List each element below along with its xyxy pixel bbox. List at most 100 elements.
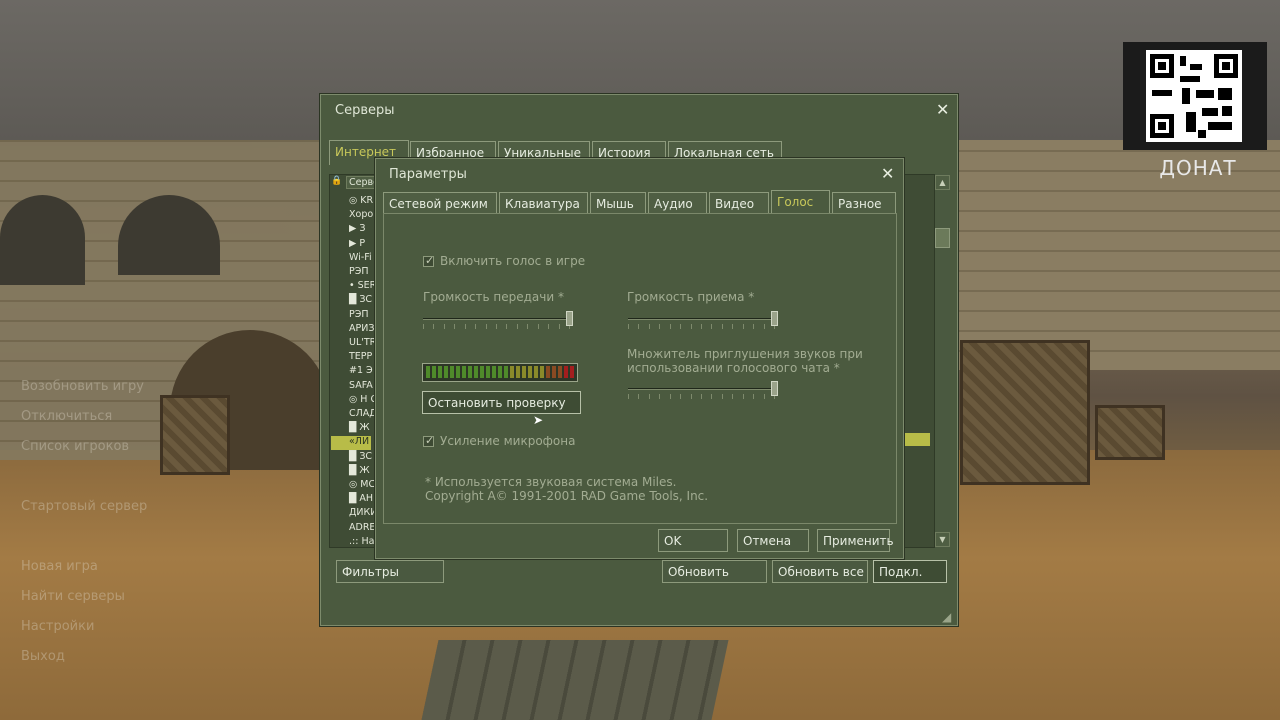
server-row[interactable]: СЛАД xyxy=(349,408,377,422)
server-row[interactable]: █ Ж xyxy=(349,465,370,479)
server-row[interactable]: ADRE xyxy=(349,522,375,536)
menu-start-server[interactable]: Стартовый сервер xyxy=(21,499,147,514)
options-tab-mouse[interactable]: Мышь xyxy=(590,192,646,214)
server-row[interactable]: ◎ МС xyxy=(349,479,375,493)
options-tab-keyboard[interactable]: Клавиатура xyxy=(499,192,588,214)
slider-tick xyxy=(763,324,765,329)
slider-thumb[interactable] xyxy=(771,381,778,396)
enable-voice-label: Включить голос в игре xyxy=(440,254,586,268)
options-tab-misc[interactable]: Разное xyxy=(832,192,896,214)
menu-resume-game[interactable]: Возобновить игру xyxy=(21,379,144,394)
slider-tick xyxy=(527,324,529,329)
enable-voice-checkbox[interactable]: ✓ xyxy=(423,254,434,267)
ok-button[interactable]: OK xyxy=(658,529,728,552)
server-row[interactable]: РЭП xyxy=(349,309,369,323)
slider-tick xyxy=(537,324,539,329)
attenuation-label-line2: использовании голосового чата * xyxy=(627,361,840,375)
server-row[interactable]: #1 Э xyxy=(349,365,373,379)
scroll-thumb[interactable] xyxy=(935,228,950,248)
options-close-icon[interactable]: ✕ xyxy=(881,166,894,182)
filters-button[interactable]: Фильтры xyxy=(336,560,444,583)
cancel-button[interactable]: Отмена xyxy=(737,529,809,552)
server-row[interactable]: РЭП xyxy=(349,266,369,280)
options-tab-video[interactable]: Видео xyxy=(709,192,769,214)
meter-segment xyxy=(558,366,562,378)
apply-button[interactable]: Применить xyxy=(817,529,894,552)
servers-window-title: Серверы xyxy=(335,103,395,118)
transmit-volume-slider[interactable] xyxy=(423,310,575,332)
server-row[interactable]: АРИЗ xyxy=(349,323,374,337)
slider-tick xyxy=(628,324,629,329)
slider-tick xyxy=(763,394,765,399)
server-row[interactable]: ▶ Р xyxy=(349,238,365,252)
menu-quit[interactable]: Выход xyxy=(21,649,65,664)
slider-tick xyxy=(690,394,692,399)
menu-new-game[interactable]: Новая игра xyxy=(21,559,98,574)
slider-tick xyxy=(475,324,477,329)
scroll-down-icon[interactable]: ▼ xyxy=(935,532,950,547)
slider-thumb[interactable] xyxy=(771,311,778,326)
server-row[interactable]: .:: На xyxy=(349,536,374,550)
slider-tick xyxy=(721,394,723,399)
server-row[interactable]: «ЛИ xyxy=(331,436,371,451)
options-tab-audio[interactable]: Аудио xyxy=(648,192,707,214)
slider-tick xyxy=(701,394,702,399)
checkmark-icon: ✓ xyxy=(425,434,435,447)
slider-tick xyxy=(659,394,661,399)
refresh-all-button[interactable]: Обновить все xyxy=(772,560,868,583)
server-row[interactable]: █ Ж xyxy=(349,422,370,436)
attenuation-label-line1: Множитель приглушения звуков при xyxy=(627,347,863,361)
menu-settings[interactable]: Настройки xyxy=(21,619,94,634)
slider-tick xyxy=(558,324,560,329)
mic-boost-checkbox[interactable]: ✓ xyxy=(423,434,435,447)
slider-tick xyxy=(742,324,744,329)
slider-thumb[interactable] xyxy=(566,311,573,326)
slider-tick xyxy=(753,324,755,329)
server-row[interactable]: ◎ KR xyxy=(349,195,373,209)
menu-find-servers[interactable]: Найти серверы xyxy=(21,589,125,604)
slider-tick xyxy=(732,324,734,329)
server-row[interactable]: Wi-Fi xyxy=(349,252,372,266)
server-row[interactable]: █ АН xyxy=(349,493,373,507)
background-crate-2 xyxy=(960,340,1090,485)
stop-test-button[interactable]: Остановить проверку xyxy=(422,391,581,414)
meter-segment xyxy=(510,366,514,378)
server-row[interactable]: UL'TR xyxy=(349,337,376,351)
slider-tick xyxy=(506,324,508,329)
receive-volume-slider[interactable] xyxy=(628,310,780,332)
slider-tick xyxy=(669,394,671,399)
server-row[interactable]: ТЕРР xyxy=(349,351,372,365)
meter-segment xyxy=(534,366,538,378)
server-row[interactable]: Хоро xyxy=(349,209,373,223)
server-row[interactable]: ДИКИ xyxy=(349,507,377,521)
server-row[interactable]: ◎ Н С xyxy=(349,394,377,408)
lock-icon: 🔒 xyxy=(331,176,343,186)
slider-track xyxy=(628,318,774,320)
server-row[interactable]: SAFA xyxy=(349,380,373,394)
refresh-button[interactable]: Обновить xyxy=(662,560,767,583)
menu-player-list[interactable]: Список игроков xyxy=(21,439,129,454)
slider-tick xyxy=(711,394,713,399)
menu-disconnect[interactable]: Отключиться xyxy=(21,409,112,424)
options-tab-network[interactable]: Сетевой режим xyxy=(383,192,497,214)
meter-segment xyxy=(528,366,532,378)
scroll-up-icon[interactable]: ▲ xyxy=(935,175,950,190)
slider-tick xyxy=(680,324,682,329)
meter-segment xyxy=(552,366,556,378)
attenuation-slider[interactable] xyxy=(628,380,780,402)
connect-button[interactable]: Подкл. xyxy=(873,560,947,583)
meter-segment xyxy=(522,366,526,378)
slider-tick xyxy=(638,324,640,329)
server-row[interactable]: ▶ З xyxy=(349,223,365,237)
slider-tick xyxy=(753,394,755,399)
server-row[interactable]: █ ЗС xyxy=(349,294,372,308)
resize-grip-icon[interactable]: ◢ xyxy=(942,610,951,624)
slider-tick xyxy=(742,394,744,399)
server-row[interactable]: • SER xyxy=(349,280,376,294)
server-row[interactable]: █ ЗС xyxy=(349,451,372,465)
slider-tick xyxy=(454,324,456,329)
servers-close-icon[interactable]: ✕ xyxy=(936,102,949,118)
slider-tick xyxy=(690,324,692,329)
options-tab-voice[interactable]: Голос xyxy=(771,190,830,215)
meter-segment xyxy=(570,366,574,378)
